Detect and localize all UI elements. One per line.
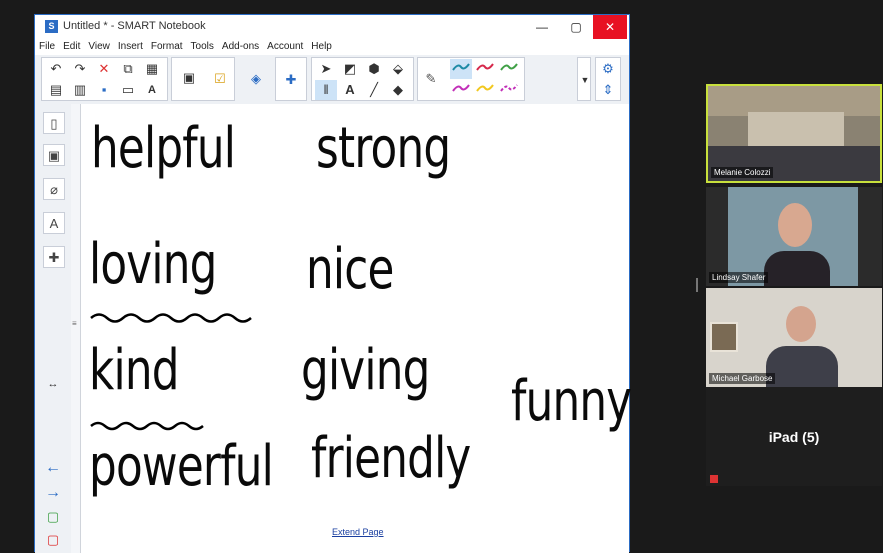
app-icon: S xyxy=(45,20,58,33)
participant-name: iPad (5) xyxy=(768,429,820,445)
toolbar-group-file: ↶ ↷ ✕ ⧉ ▦ ▤ ▥ ▪ ▭ A xyxy=(41,57,168,101)
toolbar: ↶ ↷ ✕ ⧉ ▦ ▤ ▥ ▪ ▭ A ▣ ☑ ◈ ✚ ➤ ◩ ⬢ ⬙ ‖ A … xyxy=(35,55,629,105)
ink-underlines xyxy=(90,313,252,431)
shapes-icon[interactable]: ◩ xyxy=(339,59,361,79)
gear-icon[interactable]: ⚙ xyxy=(597,59,619,79)
participant-name: Michael Garbose xyxy=(709,373,776,384)
text-format-icon[interactable]: A xyxy=(141,80,163,100)
pen-tool-icon[interactable]: ‖ xyxy=(315,80,337,100)
select-arrow-icon[interactable]: ➤ xyxy=(315,59,337,79)
menu-help[interactable]: Help xyxy=(307,39,336,55)
toolbar-group-tools: ➤ ◩ ⬢ ⬙ ‖ A ╱ ◆ xyxy=(311,57,414,101)
whiteboard-canvas[interactable]: helpful strong loving nice kind giving f… xyxy=(81,104,632,553)
response-icon[interactable]: ☑ xyxy=(209,69,231,89)
person-body xyxy=(764,251,830,286)
resize-arrows-icon[interactable]: ↔ xyxy=(42,374,64,394)
person-face xyxy=(778,203,812,247)
pen-teal-swatch[interactable] xyxy=(450,59,472,79)
pen-magenta-swatch[interactable] xyxy=(450,80,472,100)
chevron-down-icon[interactable]: ▼ xyxy=(574,70,596,90)
display-icon[interactable]: ▭ xyxy=(117,80,139,100)
menu-format[interactable]: Format xyxy=(147,39,187,55)
page-sorter-icon[interactable]: ▯ xyxy=(43,112,65,134)
classroom-wall xyxy=(748,112,844,146)
toolbar-group-settings: ⚙ ⇕ xyxy=(595,57,621,101)
open-file-icon[interactable]: ▥ xyxy=(69,80,91,100)
menu-edit[interactable]: Edit xyxy=(59,39,84,55)
previous-page-icon[interactable]: ← xyxy=(42,458,64,478)
minimize-button[interactable]: — xyxy=(525,15,559,39)
undo-icon[interactable]: ↶ xyxy=(45,59,67,79)
menu-account[interactable]: Account xyxy=(263,39,307,55)
underline-loving xyxy=(90,313,252,323)
menu-view[interactable]: View xyxy=(84,39,114,55)
menu-tools[interactable]: Tools xyxy=(187,39,218,55)
window-title: Untitled * - SMART Notebook xyxy=(63,20,206,32)
video-tile-melanie[interactable]: Melanie Colozzi xyxy=(706,84,882,183)
title-bar: S Untitled * - SMART Notebook — ▢ ✕ xyxy=(35,15,629,39)
video-tile-ipad[interactable]: iPad (5) xyxy=(706,387,882,486)
video-tile-michael[interactable]: Michael Garbose xyxy=(706,288,882,387)
side-bar: ▯ ▣ ⌀ A ✚ ↔ ← → ▢ ▢ xyxy=(35,104,72,553)
participant-name: Melanie Colozzi xyxy=(711,167,774,178)
addons-puzzle-icon[interactable]: ✚ xyxy=(43,246,65,268)
pen-yellow-swatch[interactable] xyxy=(474,80,496,100)
toolbar-group-gallery: ✚ xyxy=(275,57,307,101)
pencil-icon[interactable]: ✎ xyxy=(420,69,442,89)
menu-addons[interactable]: Add-ons xyxy=(218,39,263,55)
close-button[interactable]: ✕ xyxy=(593,15,627,39)
underline-kind xyxy=(90,421,204,431)
save-icon[interactable]: ▪ xyxy=(93,80,115,100)
smart-notebook-window: S Untitled * - SMART Notebook — ▢ ✕ File… xyxy=(34,14,632,553)
toolbar-group-pens: ✎ xyxy=(417,57,525,101)
bot-icon[interactable]: ◈ xyxy=(245,69,267,89)
toolbar-overflow: ▼ xyxy=(577,57,591,101)
grip-icon: ≡ xyxy=(72,319,77,328)
pen-green-swatch[interactable] xyxy=(498,59,520,79)
extend-page-link[interactable]: Extend Page xyxy=(332,527,384,537)
properties-icon[interactable]: A xyxy=(43,212,65,234)
text-tool-icon[interactable]: A xyxy=(339,80,361,100)
person-face xyxy=(786,306,816,342)
delete-icon[interactable]: ✕ xyxy=(93,59,115,79)
puzzle-icon[interactable]: ✚ xyxy=(280,70,302,90)
add-page-icon[interactable]: ▢ xyxy=(42,507,64,527)
person-body xyxy=(766,346,838,387)
delete-page-icon[interactable]: ▢ xyxy=(42,530,64,550)
maximize-button[interactable]: ▢ xyxy=(559,15,593,39)
screen-capture-icon[interactable]: ▣ xyxy=(178,68,200,88)
toolbar-group-response: ☑ xyxy=(203,57,238,101)
pen-red-swatch[interactable] xyxy=(474,59,496,79)
wall-picture xyxy=(710,322,738,352)
screen-shade-icon[interactable]: ⧉ xyxy=(117,59,139,79)
video-tile-lindsay[interactable]: Lindsay Shafer xyxy=(706,187,882,286)
attachments-icon[interactable]: ⌀ xyxy=(43,178,65,200)
muted-icon xyxy=(710,475,718,483)
redo-icon[interactable]: ↷ xyxy=(69,59,91,79)
toolbar-group-addon: ◈ xyxy=(241,57,271,101)
panel-resize-handle[interactable]: ≡ xyxy=(71,104,81,553)
table-icon[interactable]: ▦ xyxy=(141,59,163,79)
move-toolbar-icon[interactable]: ⇕ xyxy=(597,80,619,100)
panel-drag-handle[interactable] xyxy=(696,278,698,292)
polygon-icon[interactable]: ⬢ xyxy=(363,59,385,79)
pen-magic-swatch[interactable] xyxy=(498,80,520,100)
gallery-icon[interactable]: ▣ xyxy=(43,144,65,166)
menu-file[interactable]: File xyxy=(35,39,59,55)
menu-bar: File Edit View Insert Format Tools Add-ons Acco… xyxy=(35,39,629,55)
eraser-icon[interactable]: ◆ xyxy=(387,80,409,100)
add-page-icon[interactable]: ▤ xyxy=(45,80,67,100)
menu-insert[interactable]: Insert xyxy=(114,39,147,55)
next-page-icon[interactable]: → xyxy=(42,483,64,503)
line-tool-icon[interactable]: ╱ xyxy=(363,80,385,100)
participant-name: Lindsay Shafer xyxy=(709,272,769,283)
fill-icon[interactable]: ⬙ xyxy=(387,59,409,79)
